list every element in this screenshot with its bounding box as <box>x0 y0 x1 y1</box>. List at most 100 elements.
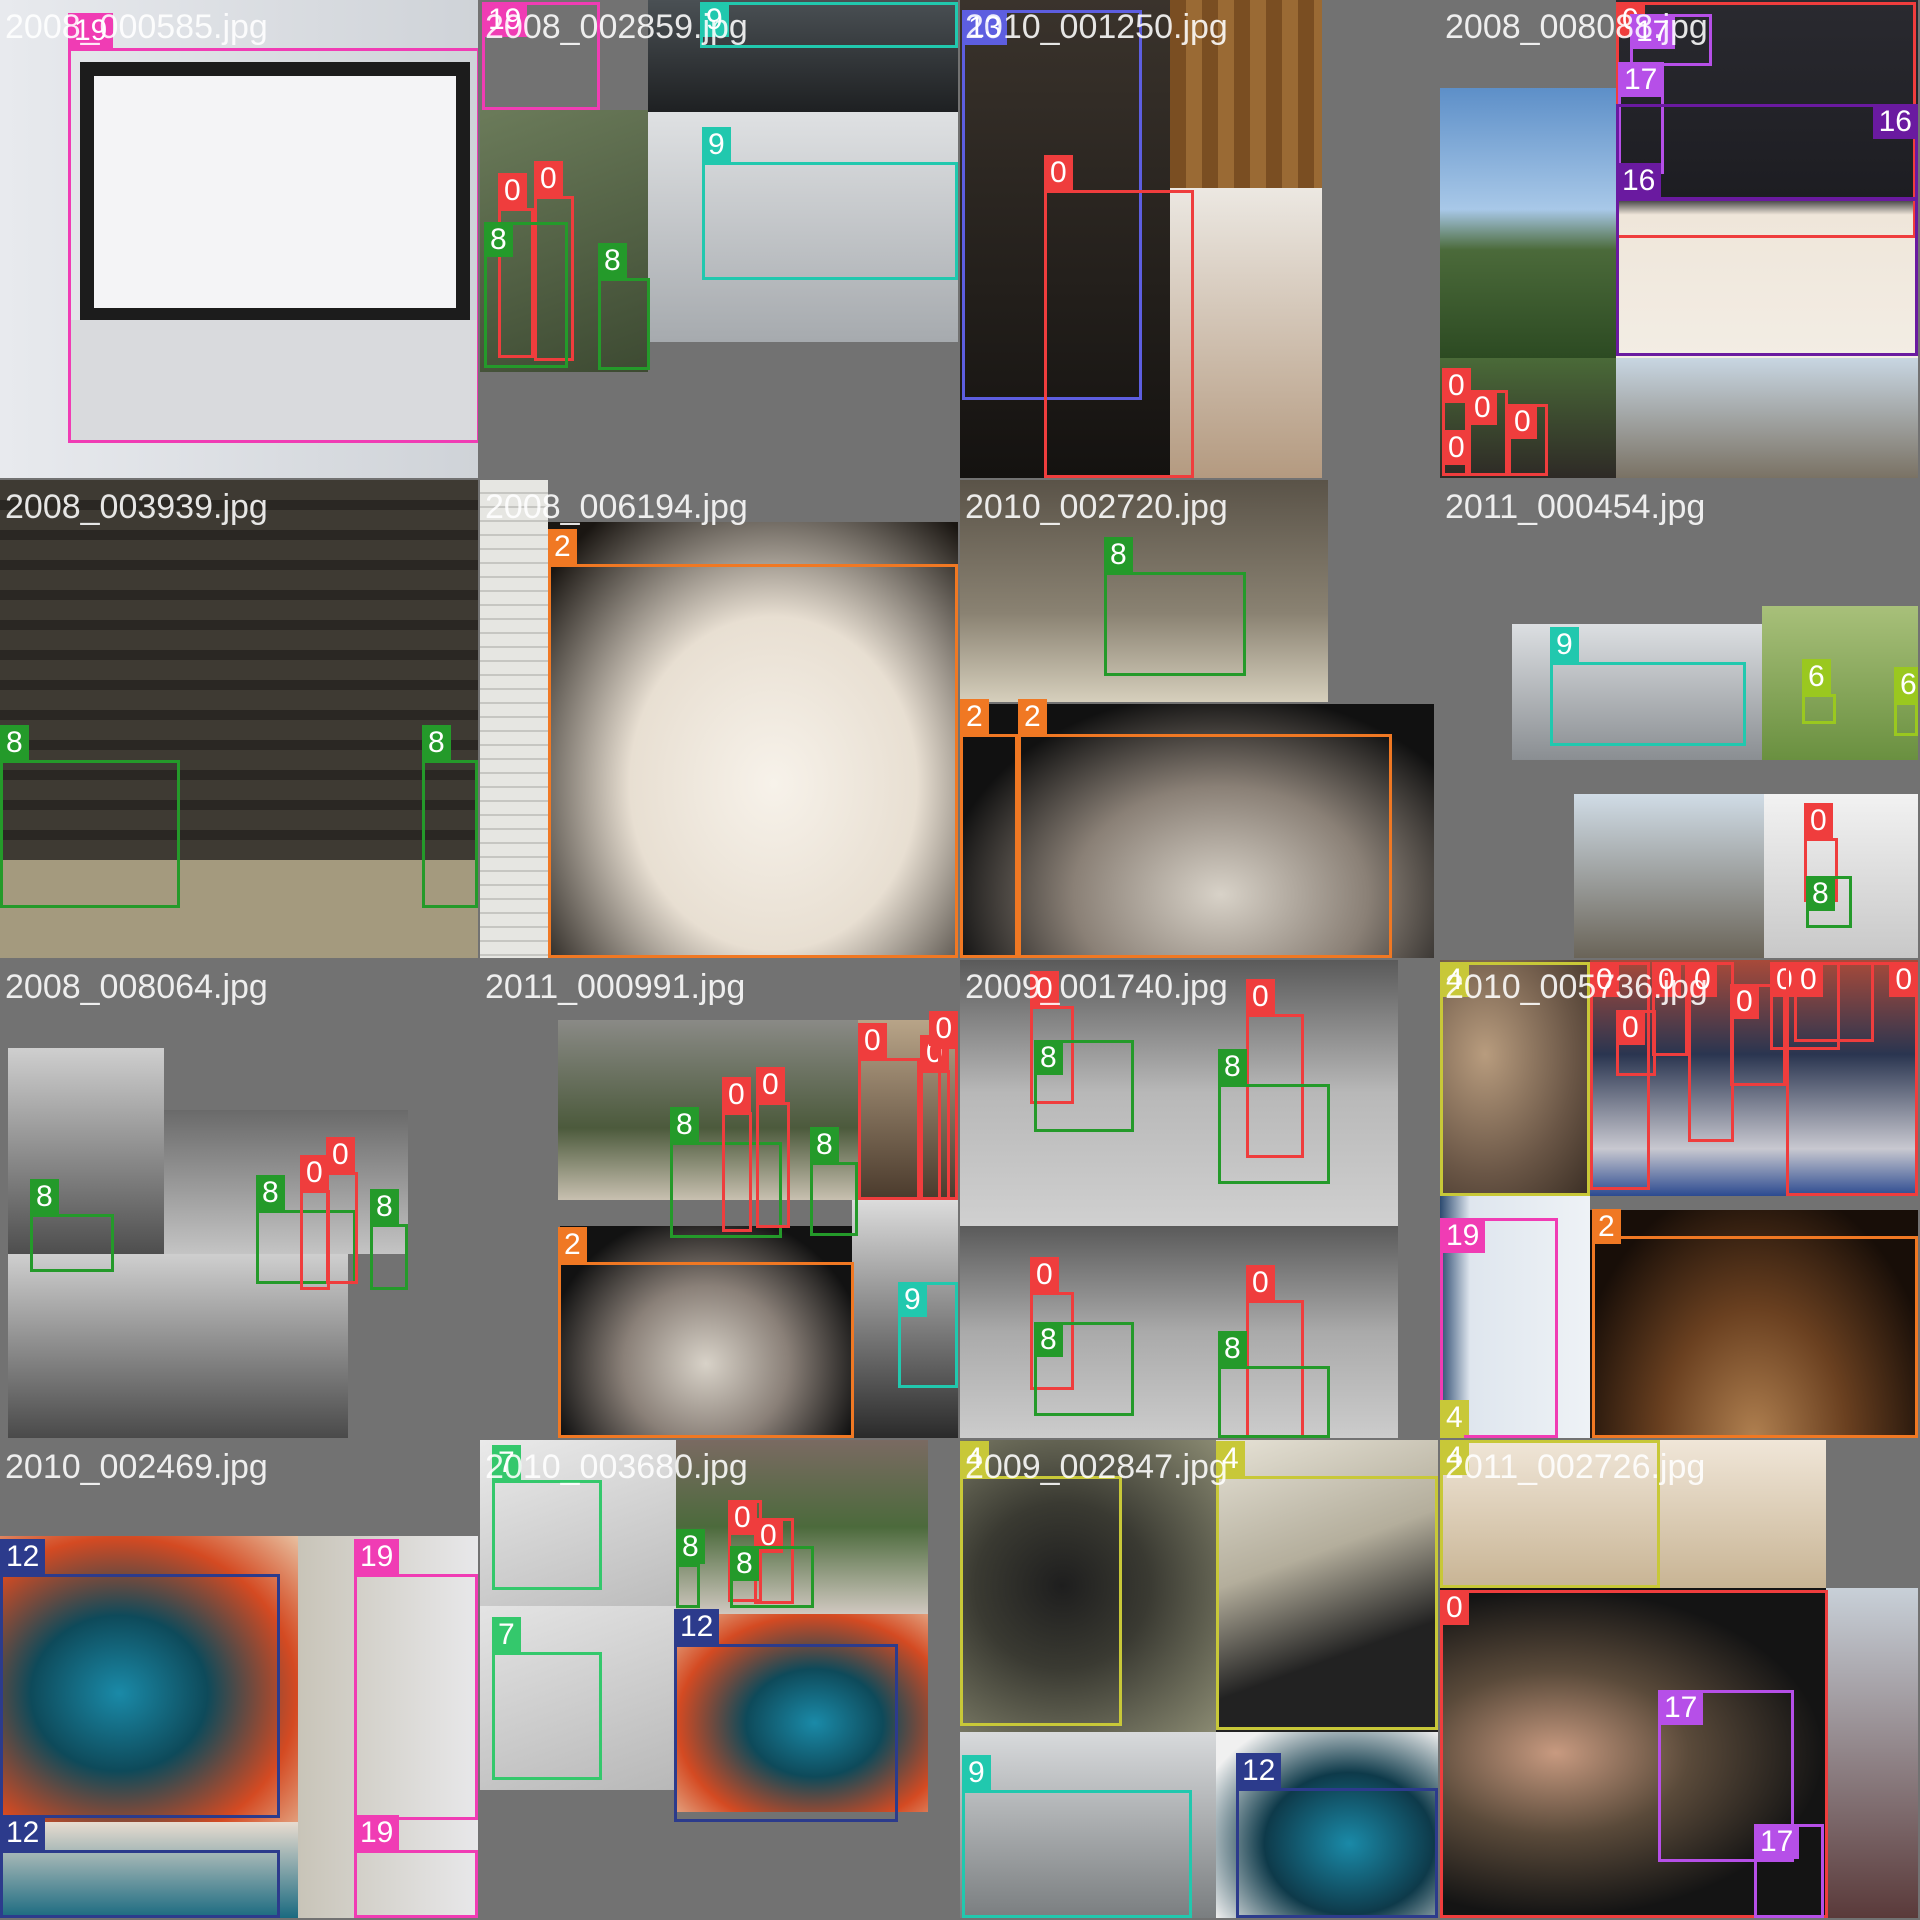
bbox-bicycle: 8 <box>810 1127 858 1236</box>
bbox-person: 0 <box>1616 1010 1656 1076</box>
mosaic-tile: 2008_008064.jpg 8 8 0 0 8 <box>0 960 478 1438</box>
bbox-motorbike: 12 <box>674 1609 898 1822</box>
bbox-class-label: 16 <box>1872 104 1918 139</box>
bbox-class-label: 12 <box>674 1609 720 1644</box>
bbox-tvmonitor: 19 <box>68 13 478 443</box>
bbox-class-label: 19 <box>354 1815 400 1850</box>
bbox-motorbike: 12 <box>0 1539 280 1818</box>
bbox-class-label: 2 <box>558 1227 587 1262</box>
bbox-cat: 4 <box>1216 1441 1438 1730</box>
bbox-person: 0 <box>722 1077 752 1232</box>
bbox-class-label: 2 <box>1592 1209 1621 1244</box>
bbox-class-label: 8 <box>1806 876 1835 911</box>
bbox-class-label: 12 <box>0 1539 46 1574</box>
bbox-cat: 4 <box>1440 1400 1469 1438</box>
bbox-class-label: 8 <box>1034 1040 1063 1075</box>
bbox-bicycle: 8 <box>598 243 650 370</box>
tile-title: 2010_003680.jpg <box>485 1448 748 1486</box>
bbox-person: 0 <box>1508 404 1548 476</box>
tile-title: 2011_002726.jpg <box>1445 1448 1706 1486</box>
mosaic-tile: 2009_001740.jpg 0 8 0 8 0 8 0 8 <box>960 960 1438 1438</box>
bbox-sofa: 17 <box>1754 1824 1824 1918</box>
bbox-class-label: 7 <box>492 1617 521 1652</box>
tile-title: 2010_002469.jpg <box>5 1448 268 1486</box>
bbox-bicycle: 8 <box>370 1189 408 1290</box>
mosaic-tile: 2011_000454.jpg 9 6 6 0 8 <box>1440 480 1918 958</box>
bbox-class-label: 4 <box>1440 1400 1469 1435</box>
bbox-class-label: 0 <box>534 161 563 196</box>
bbox-class-label: 8 <box>1034 1322 1063 1357</box>
bbox-class-label: 2 <box>960 699 989 734</box>
bbox-class-label: 0 <box>1044 155 1073 190</box>
bbox-class-label: 12 <box>0 1815 46 1850</box>
bbox-bicycle: 8 <box>1806 876 1852 928</box>
bbox-class-label: 0 <box>1804 803 1833 838</box>
bbox-class-label: 0 <box>1442 430 1471 465</box>
bbox-bicycle: 8 <box>1034 1322 1134 1416</box>
mosaic-tile: 2010_001250.jpg 13 0 <box>960 0 1438 478</box>
mosaic-tile: 2010_003680.jpg 7 0 0 8 8 7 12 <box>480 1440 958 1918</box>
bbox-class-label: 0 <box>1730 984 1759 1019</box>
bbox-class-label: 8 <box>598 243 627 278</box>
bbox-person: 0 <box>1468 390 1508 476</box>
mosaic-tile: 2010_002469.jpg 12 19 12 19 <box>0 1440 478 1918</box>
mosaic-tile: 2008_000585.jpg 19 <box>0 0 478 478</box>
bbox-aeroplane: 7 <box>492 1445 602 1590</box>
bbox-class-label: 0 <box>756 1067 785 1102</box>
mosaic-tile: 2008_002859.jpg 19 9 0 0 8 8 9 <box>480 0 958 478</box>
bbox-class-label: 8 <box>1218 1049 1247 1084</box>
bbox-person: 0 <box>1442 430 1471 476</box>
mosaic-tile: 2010_002720.jpg 8 2 2 <box>960 480 1438 958</box>
bbox-class-label: 0 <box>1508 404 1537 439</box>
mosaic-tile: 2011_002726.jpg 4 0 17 17 <box>1440 1440 1918 1918</box>
bbox-class-label: 8 <box>810 1127 839 1162</box>
bbox-bicycle: 8 <box>484 222 568 368</box>
tile-title: 2008_008064.jpg <box>5 968 268 1006</box>
bbox-class-label: 8 <box>256 1175 285 1210</box>
bbox-motorbike: 12 <box>1236 1753 1438 1918</box>
bbox-boat: 9 <box>962 1755 1192 1918</box>
tile-title: 2010_001250.jpg <box>965 8 1228 46</box>
bbox-class-label: 8 <box>484 222 513 257</box>
bbox-class-label: 8 <box>1104 537 1133 572</box>
bbox-class-label: 8 <box>676 1529 705 1564</box>
bbox-bicycle: 8 <box>0 725 180 908</box>
tile-title: 2008_008088.jpg <box>1445 8 1708 46</box>
bbox-class-label: 9 <box>962 1755 991 1790</box>
mountain-sky-photo <box>1440 88 1616 358</box>
bbox-class-label: 8 <box>730 1546 759 1581</box>
bbox-person: 0 <box>1786 962 1918 1196</box>
mosaic-tile: 2010_005736.jpg 4 0 0 0 0 0 0 0 0 19 2 4 <box>1440 960 1918 1438</box>
bbox-class-label: 9 <box>702 127 731 162</box>
tile-title: 2011_000454.jpg <box>1445 488 1706 526</box>
bbox-motorbike: 12 <box>0 1815 280 1918</box>
bbox-class-label: 9 <box>1550 627 1579 662</box>
tile-title: 2011_000991.jpg <box>485 968 746 1006</box>
bbox-person: 0 <box>326 1137 358 1284</box>
bbox-class-label: 8 <box>0 725 29 760</box>
bbox-class-label: 0 <box>1889 962 1918 997</box>
mosaic-tile: 2008_003939.jpg 8 8 <box>0 480 478 958</box>
bbox-class-label: 0 <box>1442 368 1471 403</box>
window-blinds-photo <box>480 480 548 958</box>
bbox-cat: 2 <box>548 529 958 958</box>
bbox-tvmonitor: 19 <box>354 1815 478 1918</box>
bbox-class-label: 8 <box>422 725 451 760</box>
bbox-class-label: 17 <box>1754 1824 1800 1859</box>
tile-title: 2008_002859.jpg <box>485 8 748 46</box>
bbox-class-label: 16 <box>1616 163 1662 198</box>
mosaic-tile: 2008_006194.jpg 2 <box>480 480 958 958</box>
tile-title: 2008_003939.jpg <box>5 488 268 526</box>
bbox-bicycle: 8 <box>1034 1040 1134 1132</box>
bbox-class-label: 0 <box>728 1500 757 1535</box>
bbox-class-label: 0 <box>1468 390 1497 425</box>
street-photo <box>1826 1588 1918 1918</box>
bbox-cat: 2 <box>1018 699 1392 958</box>
tile-title: 2009_001740.jpg <box>965 968 1228 1006</box>
bbox-cat: 4 <box>960 1441 1122 1726</box>
bbox-class-label: 8 <box>1218 1331 1247 1366</box>
temple-small-photo <box>1574 794 1764 958</box>
bbox-cat: 2 <box>960 699 1018 958</box>
bbox-class-label: 6 <box>1802 659 1831 694</box>
bbox-class-label: 0 <box>1616 1010 1645 1045</box>
